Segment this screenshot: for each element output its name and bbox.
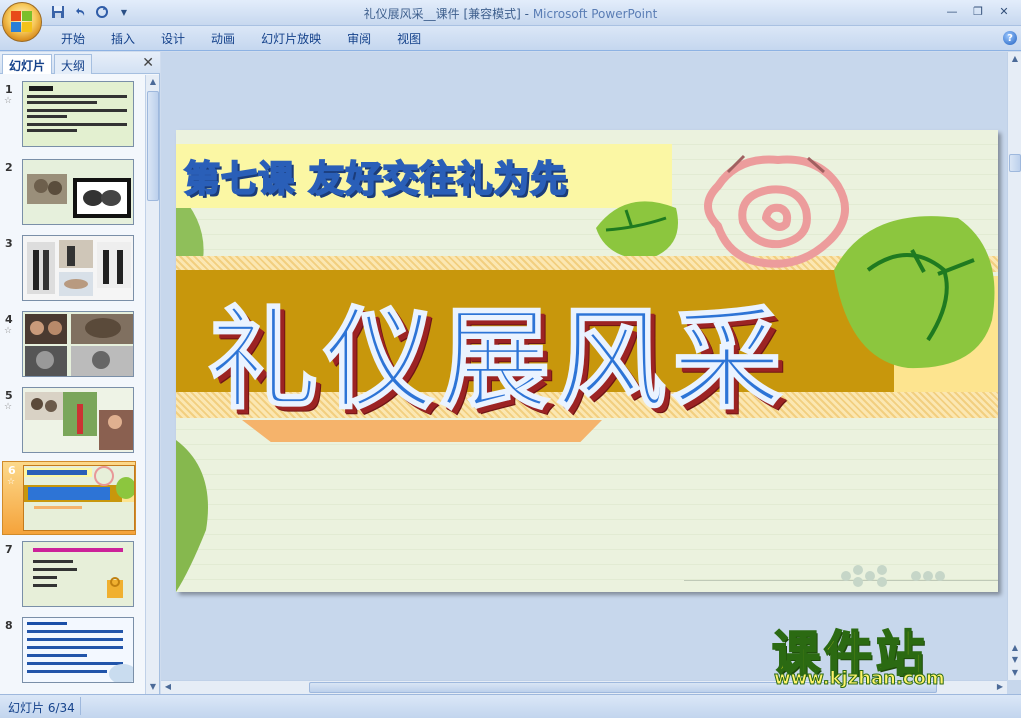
slide-thumb-4[interactable]: 4 ☆ — [0, 311, 144, 381]
slide-number: 4 — [5, 313, 13, 326]
slide-number: 2 — [5, 161, 13, 174]
slide-thumb-6[interactable]: 6 ☆ — [2, 461, 136, 535]
current-slide[interactable]: 第七课 友好交往礼为先 礼仪展风采 — [176, 130, 998, 592]
slide-preview — [22, 235, 134, 301]
watermark-url: www.kjzhan.com — [774, 668, 946, 690]
tab-outline[interactable]: 大纲 — [54, 54, 93, 74]
window-controls: — ❐ ✕ — [941, 2, 1015, 20]
slide-thumb-7[interactable]: 7 — [0, 541, 144, 611]
dots-decoration — [841, 565, 945, 587]
slide-preview — [22, 81, 134, 147]
tab-animation[interactable]: 动画 — [198, 31, 248, 47]
slide-title[interactable]: 礼仪展风采 — [207, 270, 788, 430]
document-title: 礼仪展风采__课件 [兼容模式] — [363, 7, 521, 21]
slide-editor: 第七课 友好交往礼为先 礼仪展风采 ▲ ▲ ▼ ▼ ◀ ▶ — [161, 52, 1021, 694]
slide-subtitle[interactable]: 第七课 友好交往礼为先 — [183, 150, 568, 202]
editor-vertical-scrollbar[interactable]: ▲ ▲ ▼ ▼ — [1007, 52, 1021, 680]
scroll-down-icon[interactable]: ▼ — [1009, 667, 1021, 679]
slides-pane: 幻灯片 大纲 ✕ 1 ☆ 2 3 4 ☆ 5 ☆ 6 ☆ 7 8 ▲ ▼ — [0, 52, 160, 694]
tab-design[interactable]: 设计 — [148, 31, 198, 47]
restore-button[interactable]: ❐ — [967, 2, 989, 20]
slide-thumb-3[interactable]: 3 — [0, 235, 144, 305]
window-title: 礼仪展风采__课件 [兼容模式] - Microsoft PowerPoint — [0, 5, 1021, 22]
pane-tabs: 幻灯片 大纲 ✕ — [0, 52, 160, 74]
slide-counter: 幻灯片 6/34 — [8, 701, 75, 715]
large-leaf-decoration — [834, 216, 995, 369]
scroll-down-icon[interactable]: ▼ — [147, 681, 159, 693]
scroll-left-icon[interactable]: ◀ — [162, 681, 174, 693]
office-button[interactable] — [2, 2, 42, 42]
animation-star-icon: ☆ — [4, 402, 13, 412]
slide-thumb-5[interactable]: 5 ☆ — [0, 387, 144, 457]
slide-preview — [22, 541, 134, 607]
next-slide-icon[interactable]: ▼ — [1009, 654, 1021, 666]
tab-review[interactable]: 审阅 — [334, 31, 384, 47]
close-button[interactable]: ✕ — [993, 2, 1015, 20]
scroll-up-icon[interactable]: ▲ — [1009, 53, 1021, 65]
animation-star-icon: ☆ — [4, 326, 13, 336]
small-leaf-decoration — [596, 201, 678, 260]
tab-slides[interactable]: 幻灯片 — [2, 54, 53, 74]
status-divider — [80, 697, 81, 715]
office-logo-icon — [11, 11, 33, 33]
ribbon: 开始 插入 设计 动画 幻灯片放映 审阅 视图 ? — [0, 26, 1021, 51]
scrollbar-thumb[interactable] — [147, 91, 159, 201]
scrollbar-thumb[interactable] — [1009, 154, 1021, 172]
slide-number: 6 — [8, 464, 16, 477]
slide-preview — [22, 311, 134, 377]
slide-number: 8 — [5, 619, 13, 632]
animation-star-icon: ☆ — [7, 477, 16, 487]
slide-thumb-1[interactable]: 1 ☆ — [0, 81, 144, 151]
slide-number: 3 — [5, 237, 13, 250]
slide-preview — [22, 387, 134, 453]
status-bar: 幻灯片 6/34 — [0, 694, 1021, 718]
tab-home[interactable]: 开始 — [48, 31, 98, 47]
tab-slideshow[interactable]: 幻灯片放映 — [248, 31, 334, 47]
previous-slide-icon[interactable]: ▲ — [1009, 642, 1021, 654]
close-pane-icon[interactable]: ✕ — [142, 55, 154, 71]
tab-insert[interactable]: 插入 — [98, 31, 148, 47]
animation-star-icon: ☆ — [4, 96, 13, 106]
minimize-button[interactable]: — — [941, 2, 963, 20]
title-bar: ▼ 礼仪展风采__课件 [兼容模式] - Microsoft PowerPoin… — [0, 0, 1021, 26]
slide-number: 1 — [5, 83, 13, 96]
slide-thumb-8[interactable]: 8 — [0, 617, 144, 687]
help-icon[interactable]: ? — [1003, 31, 1017, 45]
ribbon-tabs: 开始 插入 设计 动画 幻灯片放映 审阅 视图 — [48, 31, 434, 47]
slide-thumbnails: 1 ☆ 2 3 4 ☆ 5 ☆ 6 ☆ 7 8 — [0, 75, 144, 694]
app-name: Microsoft PowerPoint — [532, 7, 658, 21]
slide-number: 5 — [5, 389, 13, 402]
slide-preview — [22, 159, 134, 225]
title-separator: - — [520, 7, 533, 21]
slide-preview — [22, 617, 134, 683]
tab-view[interactable]: 视图 — [384, 31, 434, 47]
watermark-logo: 课件站 www.kjzhan.com — [766, 612, 1006, 694]
scroll-up-icon[interactable]: ▲ — [147, 76, 159, 88]
slide-thumb-2[interactable]: 2 — [0, 159, 144, 229]
thumbnails-scrollbar[interactable]: ▲ ▼ — [145, 75, 159, 694]
slide-number: 7 — [5, 543, 13, 556]
slide-preview — [23, 465, 135, 531]
